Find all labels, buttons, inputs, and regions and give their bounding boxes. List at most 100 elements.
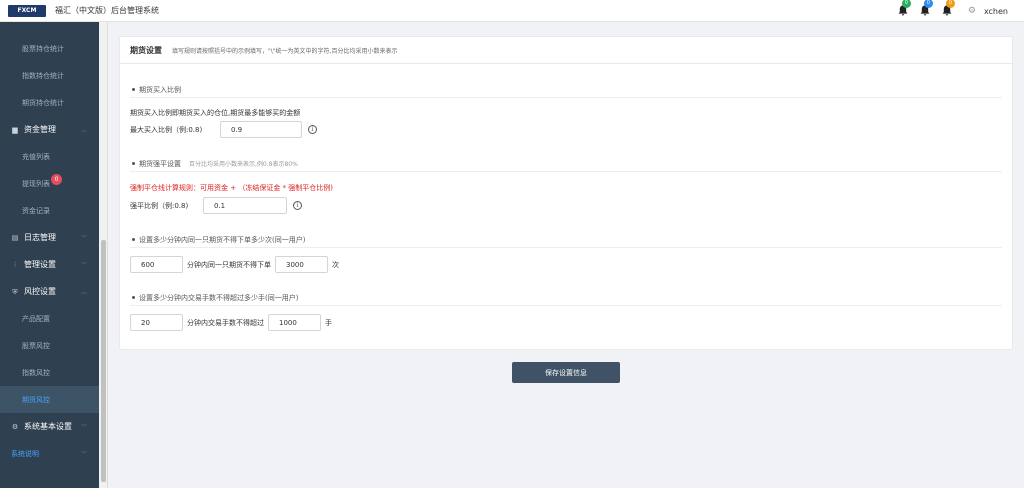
section-title: 设置多少分钟内交易手数不得超过多少手(同一用户) (130, 290, 1002, 306)
order-count-unit: 次 (332, 260, 339, 269)
section-title: 期货强平设置 百分比均采用小数来表示,例0.8表示80% (130, 156, 1002, 172)
futures-settings-panel: 期货设置 填写规则请按照括号中的示例填写，"\"统一为英文中的字符,百分比均采用… (119, 36, 1013, 350)
bullet-icon (132, 296, 135, 299)
info-icon[interactable]: i (308, 125, 317, 134)
chevron-up-icon: ︿ (80, 289, 87, 296)
sidebar-item-system-docs[interactable]: 系统说明 ﹀ (0, 440, 99, 467)
chevron-down-icon: ﹀ (80, 451, 87, 458)
force-close-row: 强平比例（例:0.8) 0.1 i (130, 197, 1002, 214)
sidebar-item-index-risk[interactable]: 指数风控 (0, 359, 99, 386)
panel-title: 期货设置 (130, 45, 162, 55)
sidebar-item-recharge-list[interactable]: 充值列表 (0, 143, 99, 170)
panel-header: 期货设置 填写规则请按照括号中的示例填写，"\"统一为英文中的字符,百分比均采用… (120, 37, 1012, 64)
lots-count-input[interactable]: 1000 (268, 314, 321, 331)
app-title: 福汇（中文版）后台管理系统 (55, 6, 159, 15)
sidebar-group-label: 管理设置 (24, 260, 56, 269)
sidebar-item-product-config[interactable]: 产品配置 (0, 305, 99, 332)
sidebar-item-futures-positions[interactable]: 期货持仓统计 (0, 89, 99, 116)
bullet-icon (132, 88, 135, 91)
force-close-rule: 强制平仓线计算规则：可用资金 + （冻结保证金 * 强制平仓比例) (130, 184, 333, 192)
lots-limit-middle-text: 分钟内交易手数不得超过 (187, 318, 264, 327)
buy-ratio-section: 期货买入比例 (130, 82, 1002, 98)
section-title-text: 设置多少分钟内同一只期货不得下单多少次(同一用户) (139, 235, 306, 244)
folder-icon: ▆ (12, 125, 18, 134)
buy-ratio-row: 最大买入比例（例:0.8) 0.9 i (130, 121, 1002, 138)
sidebar-item-stock-positions[interactable]: 股票持仓统计 (0, 35, 99, 62)
chevron-down-icon: ﹀ (80, 424, 87, 431)
brand-logo[interactable]: FXCM (8, 4, 46, 17)
chevron-up-icon: ︿ (80, 127, 87, 134)
sidebar-group-label: 风控设置 (24, 287, 56, 296)
sidebar-scrollbar[interactable] (99, 22, 108, 488)
sidebar-group-fund[interactable]: ▆ 资金管理 ︿ (0, 116, 99, 143)
notification-count-badge: 0 (901, 0, 911, 8)
sidebar-item-label: 系统说明 (11, 449, 39, 458)
notification-count-badge: 0 (923, 0, 933, 8)
sidebar-group-risk[interactable]: ⛨ 风控设置 ︿ (0, 278, 99, 305)
sidebar-group-label: 日志管理 (24, 233, 56, 242)
sidebar-group-logs[interactable]: ▤ 日志管理 ﹀ (0, 224, 99, 251)
sidebar-item-label: 提现列表 (22, 179, 50, 188)
sidebar-top-spacer (0, 22, 99, 35)
chevron-down-icon: ﹀ (80, 262, 87, 269)
bullet-icon (132, 162, 135, 165)
sidebar-item-label: 股票持仓统计 (22, 44, 64, 53)
lots-count-unit: 手 (325, 318, 332, 327)
lots-minutes-input[interactable]: 20 (130, 314, 183, 331)
order-count-input[interactable]: 3000 (275, 256, 328, 273)
order-limit-middle-text: 分钟内同一只期货不得下单 (187, 260, 271, 269)
header-actions: 0 0 0 ⚙ xchen (898, 0, 1008, 22)
sidebar-item-index-positions[interactable]: 指数持仓统计 (0, 62, 99, 89)
notification-bell-3[interactable]: 0 (942, 0, 955, 17)
section-title: 期货买入比例 (130, 82, 1002, 98)
gear-icon: ⚙ (11, 422, 19, 431)
notification-bell-1[interactable]: 0 (898, 0, 911, 17)
sidebar-item-stock-risk[interactable]: 股票风控 (0, 332, 99, 359)
sidebar-item-label: 期货持仓统计 (22, 98, 64, 107)
notification-bell-2[interactable]: 0 (920, 0, 933, 17)
top-header: FXCM 福汇（中文版）后台管理系统 0 0 0 ⚙ xchen (0, 0, 1024, 22)
section-subtitle: 百分比均采用小数来表示,例0.8表示80% (189, 161, 298, 168)
sidebar: 股票持仓统计 指数持仓统计 期货持仓统计 ▆ 资金管理 ︿ 充值列表 提现列表 0… (0, 22, 99, 488)
list-icon: ▤ (11, 233, 19, 242)
buy-ratio-desc: 期货买入比例即期货买入的仓位,期货最多能够买的金额 (130, 109, 301, 117)
sidebar-item-label: 指数持仓统计 (22, 71, 64, 80)
username[interactable]: xchen (984, 7, 1008, 16)
order-limit-row: 600 分钟内同一只期货不得下单 3000 次 (130, 256, 1002, 273)
sidebar-item-label: 资金记录 (22, 206, 50, 215)
gear-icon[interactable]: ⚙ (968, 6, 976, 16)
panel-hint: 填写规则请按照括号中的示例填写，"\"统一为英文中的字符,百分比均采用小数来表示 (172, 47, 398, 55)
bullet-icon (132, 238, 135, 241)
buy-ratio-label: 最大买入比例（例:0.8) (130, 125, 203, 134)
info-icon[interactable]: i (293, 201, 302, 210)
sidebar-group-admin[interactable]: ⫶ 管理设置 ﹀ (0, 251, 99, 278)
section-title: 设置多少分钟内同一只期货不得下单多少次(同一用户) (130, 232, 1002, 248)
section-title-text: 期货买入比例 (139, 85, 181, 94)
force-close-ratio-input[interactable]: 0.1 (203, 197, 287, 214)
order-limit-section: 设置多少分钟内同一只期货不得下单多少次(同一用户) (130, 232, 1002, 248)
sidebar-group-label: 资金管理 (24, 125, 56, 134)
notification-count-badge: 0 (945, 0, 955, 8)
scrollbar-thumb[interactable] (101, 240, 106, 482)
sidebar-group-system[interactable]: ⚙ 系统基本设置 ﹀ (0, 413, 99, 440)
lots-limit-row: 20 分钟内交易手数不得超过 1000 手 (130, 314, 1002, 331)
section-title-text: 期货强平设置 (139, 159, 181, 168)
section-title-text: 设置多少分钟内交易手数不得超过多少手(同一用户) (139, 293, 299, 302)
sliders-icon: ⫶ (14, 260, 16, 269)
sidebar-item-withdraw-list[interactable]: 提现列表 0 (0, 170, 99, 197)
shield-icon: ⛨ (12, 287, 18, 296)
order-minutes-input[interactable]: 600 (130, 256, 183, 273)
sidebar-item-fund-records[interactable]: 资金记录 (0, 197, 99, 224)
force-close-section: 期货强平设置 百分比均采用小数来表示,例0.8表示80% (130, 156, 1002, 172)
sidebar-item-label: 产品配置 (22, 314, 50, 323)
sidebar-item-label: 充值列表 (22, 152, 50, 161)
save-settings-button[interactable]: 保存设置信息 (512, 362, 620, 383)
withdraw-count-badge: 0 (51, 174, 62, 185)
force-close-label: 强平比例（例:0.8) (130, 201, 189, 210)
sidebar-item-futures-risk[interactable]: 期货风控 (0, 386, 99, 413)
sidebar-item-label: 期货风控 (22, 395, 50, 404)
logo-text: FXCM (17, 7, 37, 14)
sidebar-group-label: 系统基本设置 (24, 422, 72, 431)
max-buy-ratio-input[interactable]: 0.9 (220, 121, 302, 138)
sidebar-item-label: 股票风控 (22, 341, 50, 350)
